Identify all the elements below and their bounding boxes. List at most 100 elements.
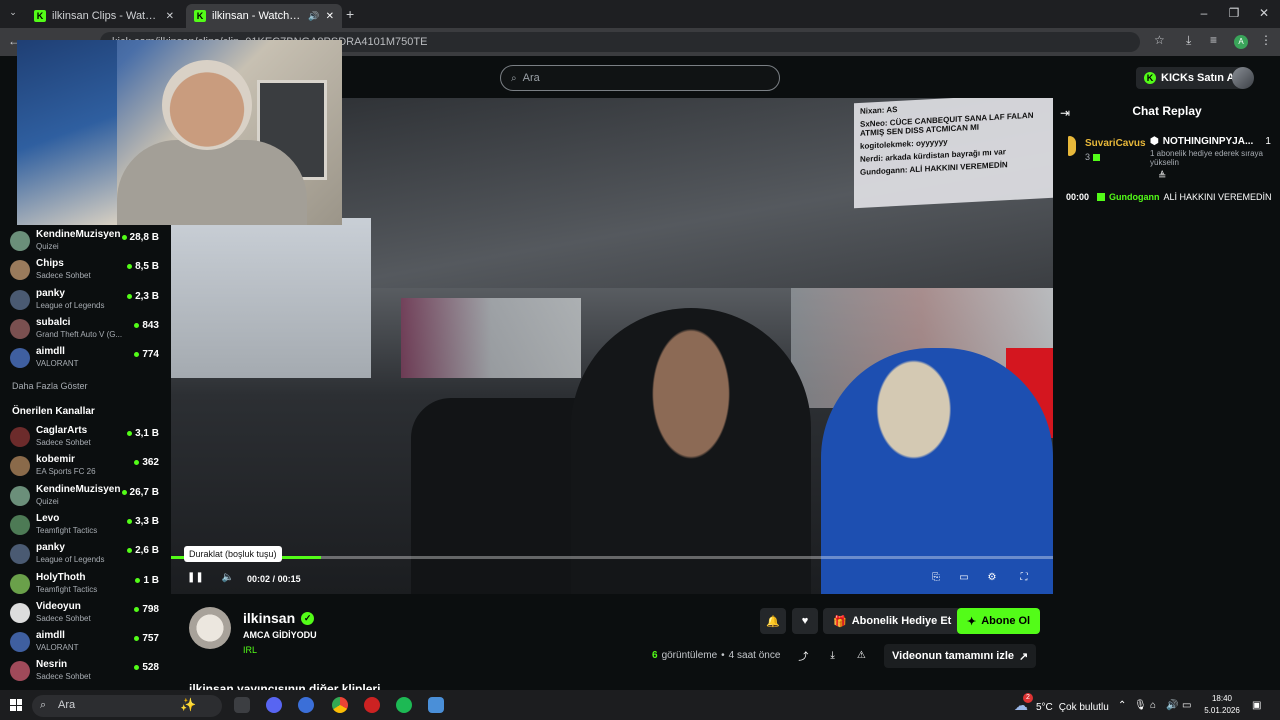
pinned-user[interactable]: SuvariCavus [1085, 138, 1146, 149]
chat-message-user[interactable]: Gundogann [1109, 192, 1160, 202]
sidebar-channel-videoyun[interactable]: Videoyun Sadece Sohbet 798 [10, 601, 165, 629]
video-progress-bar[interactable] [171, 556, 1053, 559]
sidebar-channel-panky[interactable]: panky League of Legends 2,6 B [10, 542, 165, 570]
channel-avatar [10, 289, 30, 310]
sidebar-channel-kendinemuzisyen[interactable]: KendineMuzisyen Quizei 26,7 B [10, 484, 165, 512]
viewer-count: 28,8 B [121, 232, 159, 243]
clip-category[interactable]: IRL [243, 645, 257, 655]
minimize-icon[interactable]: – [1194, 6, 1214, 20]
viewer-count-value: 8,5 B [135, 261, 159, 273]
channel-category: Sadece Sohbet [36, 438, 91, 447]
notification-bell-button[interactable]: 🔔 [760, 608, 786, 634]
channel-category: Grand Theft Auto V (G... [36, 329, 123, 339]
chrome-app-icon[interactable] [332, 697, 348, 713]
live-dot-icon [121, 235, 127, 240]
channel-avatar [10, 260, 30, 281]
media-control-icon[interactable]: ≡ [1210, 33, 1217, 47]
gift-subscription-button[interactable]: 🎁 Abonelik Hediye Et [823, 608, 962, 634]
live-dot-icon [127, 264, 133, 270]
watch-full-video-button[interactable]: Videonun tamamını izle ↗ [884, 644, 1037, 668]
report-warning-icon[interactable]: ⚠ [857, 650, 866, 661]
audio-playing-icon[interactable]: 🔊 [308, 11, 319, 22]
viewer-count-value: 26,7 B [129, 486, 159, 498]
gift-badge-icon: ⬢ [1150, 136, 1159, 147]
profile-avatar[interactable]: A [1234, 35, 1248, 49]
sidebar-channel-chips[interactable]: Chips Sadece Sohbet 8,5 B [10, 258, 165, 286]
viewer-count: 1 B [135, 575, 159, 586]
download-icon[interactable]: ⤓ [1186, 33, 1191, 48]
viewer-count-value: 528 [142, 662, 159, 674]
maximize-icon[interactable]: ❐ [1224, 6, 1244, 20]
viewer-count-value: 362 [142, 457, 159, 469]
live-dot-icon [121, 489, 127, 495]
sub-badge-icon [1097, 193, 1106, 201]
sidebar-channel-holythoth[interactable]: HolyThoth Teamfight Tactics 1 B [10, 572, 165, 600]
browser-menu-icon[interactable]: ⋮ [1260, 33, 1272, 47]
download-clip-icon[interactable]: ⤓ [830, 650, 834, 661]
live-dot-icon [127, 518, 133, 524]
channel-avatar [10, 632, 30, 653]
discord-app-icon[interactable] [266, 697, 282, 713]
sidebar-channel-panky[interactable]: panky League of Legends 2,3 B [10, 288, 165, 316]
windows-start-icon[interactable] [10, 699, 22, 711]
task-view-icon[interactable] [234, 697, 250, 713]
browser-tab-1[interactable]: K ilkinsan Clips - Watch Live on Ki ✕ [26, 4, 182, 28]
sidebar-channel-kobemir[interactable]: kobemir EA Sports FC 26 362 [10, 454, 165, 482]
channel-name[interactable]: ilkinsan [243, 610, 295, 626]
notifications-icon[interactable]: ▣ [1252, 700, 1261, 711]
tab-close-icon[interactable]: ✕ [166, 11, 174, 22]
channel-avatar[interactable] [189, 607, 231, 649]
new-tab-icon[interactable]: + [346, 6, 354, 22]
settings-gear-icon[interactable]: ⚙ [985, 572, 999, 584]
subscribe-button[interactable]: ✦ Abone Ol [957, 608, 1041, 634]
tab-close-icon[interactable]: ✕ [326, 11, 334, 22]
channel-avatar [10, 318, 30, 339]
sidebar-channel-kendinemuzisyen[interactable]: KendineMuzisyen Quizei 28,8 B [10, 229, 165, 257]
clip-meta: 6 görüntüleme • 4 saat önce ⤴ ⤓ ⚠ [652, 648, 866, 663]
battery-icon[interactable]: ▭ [1182, 700, 1191, 711]
share-icon[interactable]: ⤴ [798, 648, 808, 663]
browser-tab-2-active[interactable]: K ilkinsan - Watch clips on Ki 🔊 ✕ [186, 4, 342, 28]
clip-icon[interactable]: ⎘ [929, 572, 943, 584]
weather-text: Çok bulutlu [1058, 702, 1109, 713]
theater-mode-icon[interactable]: ▭ [957, 572, 971, 584]
app-icon-2[interactable] [298, 697, 314, 713]
network-icon[interactable]: ⌂ [1150, 700, 1156, 711]
microphone-icon[interactable]: 🎙 [1134, 700, 1147, 711]
sidebar-channel-levo[interactable]: Levo Teamfight Tactics 3,3 B [10, 513, 165, 541]
channel-name: HolyThoth [36, 571, 86, 583]
viewer-count: 8,5 B [127, 261, 159, 272]
sidebar-channel-aimdll[interactable]: aimdll VALORANT 774 [10, 346, 165, 374]
gift-leader-name[interactable]: NOTHINGINPYJA... [1163, 136, 1254, 147]
pause-icon[interactable]: ❚❚ [187, 572, 204, 584]
app-icon-6[interactable] [428, 697, 444, 713]
follow-heart-button[interactable]: ♥ [792, 608, 818, 634]
clip-time-ago: 4 saat önce [728, 650, 781, 661]
expand-leaderboard-icon[interactable]: ≜ [1158, 171, 1166, 182]
search-input[interactable]: ⌕ Ara [500, 65, 780, 91]
obs-app-icon[interactable] [364, 697, 380, 713]
user-avatar[interactable] [1232, 67, 1254, 89]
buy-kicks-button[interactable]: K KICKs Satın Al [1136, 67, 1246, 89]
sidebar-channel-aimdll[interactable]: aimdll VALORANT 757 [10, 630, 165, 658]
video-person-driver [571, 308, 811, 594]
fullscreen-icon[interactable]: ⛶ [1017, 572, 1031, 584]
sidebar-channel-nesrin[interactable]: Nesrin Sadece Sohbet 528 [10, 659, 165, 687]
window-close-icon[interactable]: ✕ [1254, 6, 1274, 20]
tray-chevron-icon[interactable]: ⌃ [1118, 700, 1126, 711]
channel-category: Sadece Sohbet [36, 271, 91, 281]
gift-leader-count: 1 [1265, 136, 1271, 147]
webcam-person-body [117, 140, 307, 225]
weather-widget[interactable]: 5°C Çok bulutlu [1036, 702, 1109, 713]
sidebar-channel-subalci[interactable]: subalci Grand Theft Auto V (G... 843 [10, 317, 165, 345]
viewer-count: 362 [134, 457, 159, 468]
taskbar-clock[interactable]: 18:40 5.01.2026 [1202, 694, 1242, 715]
spotify-app-icon[interactable] [396, 697, 412, 713]
tab-search-chevron-icon[interactable]: ⌄ [6, 7, 20, 21]
sidebar-channel-caglararts[interactable]: CaglarArts Sadece Sohbet 3,1 B [10, 425, 165, 453]
search-icon: ⌕ [511, 72, 517, 84]
bookmark-star-icon[interactable]: ☆ [1154, 33, 1165, 47]
show-more-link[interactable]: Daha Fazla Göster [12, 381, 88, 391]
speaker-icon[interactable]: 🔊 [1166, 700, 1178, 711]
volume-icon[interactable]: 🔈 [221, 572, 235, 584]
